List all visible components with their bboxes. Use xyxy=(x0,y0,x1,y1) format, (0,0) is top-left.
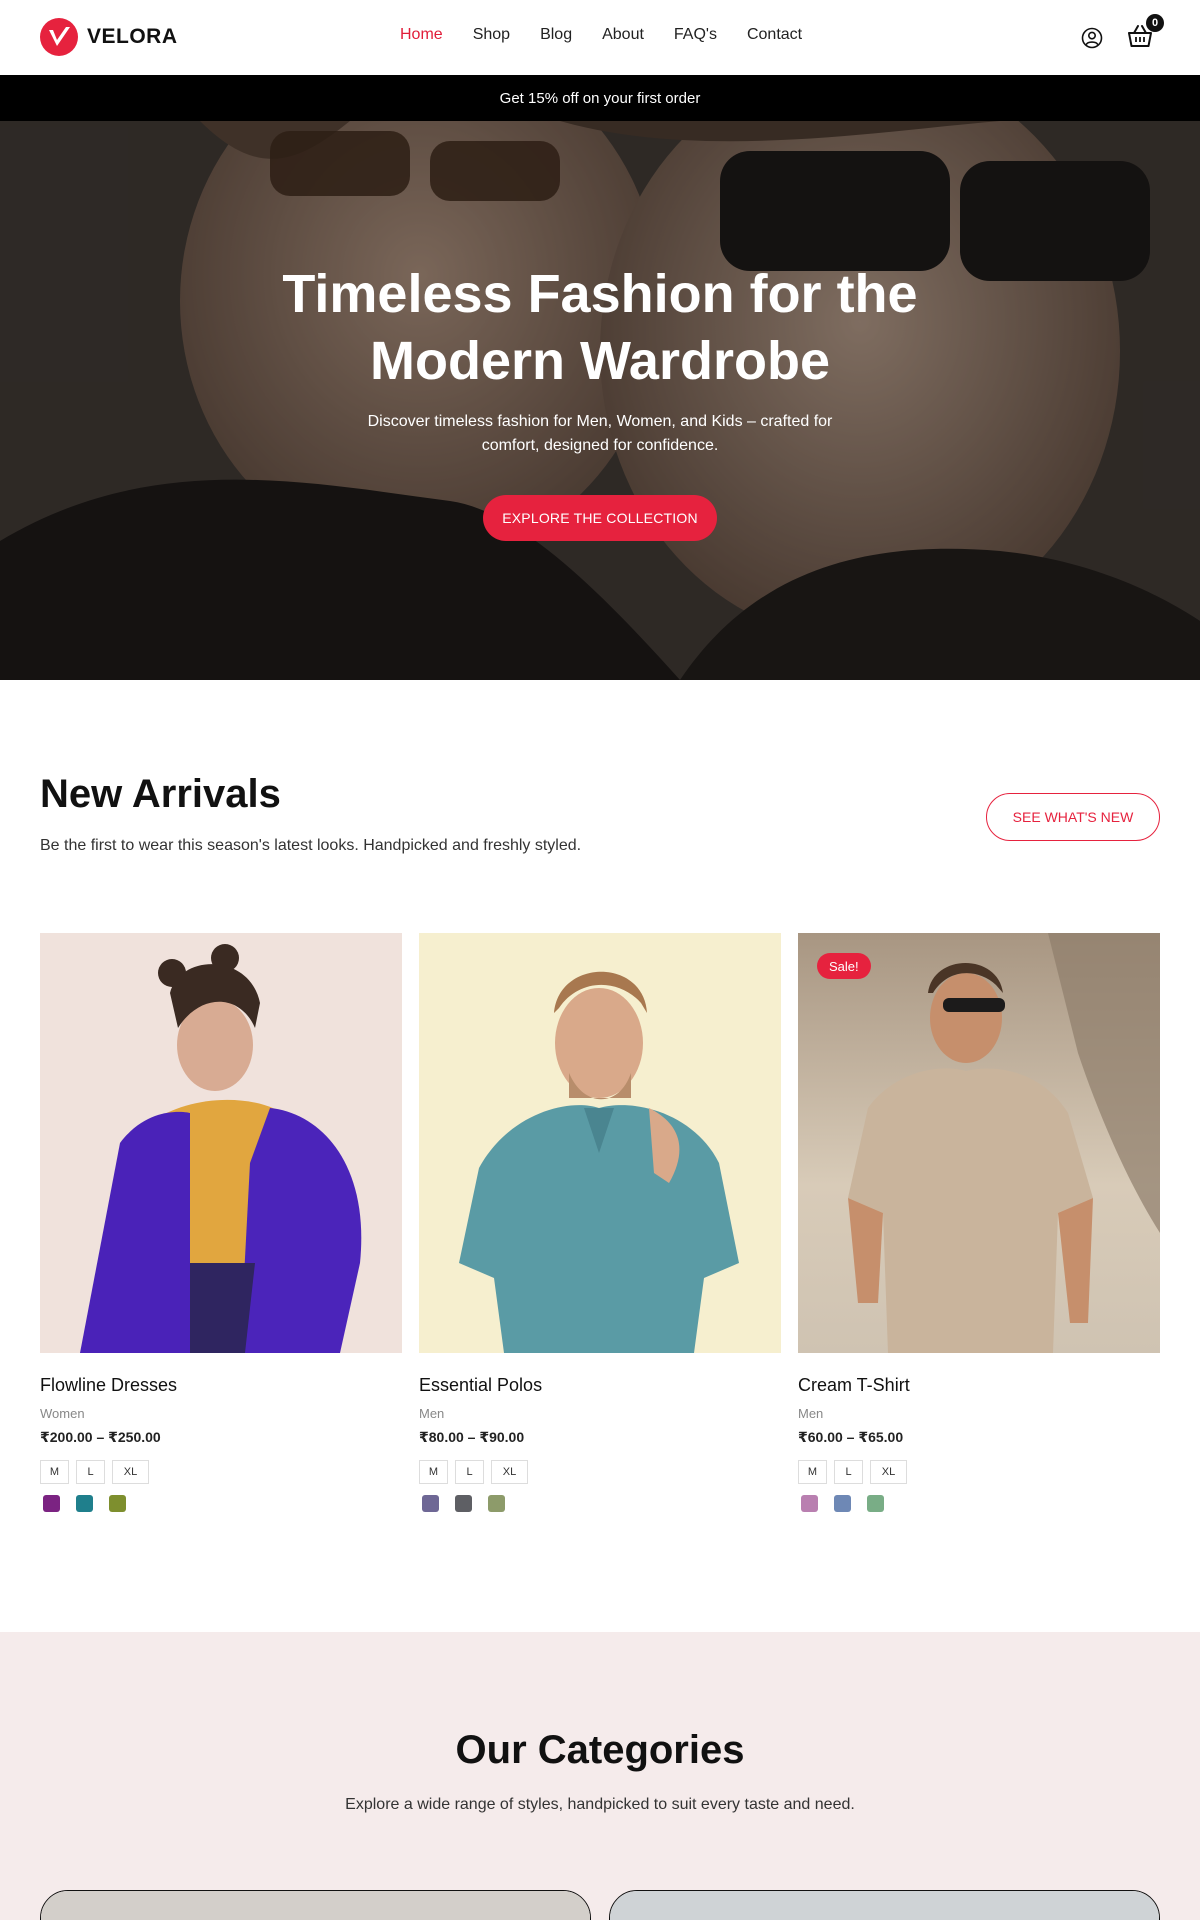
categories-title: Our Categories xyxy=(455,1728,745,1772)
size-option-l[interactable]: L xyxy=(76,1460,105,1484)
promo-text: Get 15% off on your first order xyxy=(499,89,701,107)
color-swatch[interactable] xyxy=(834,1495,851,1512)
product-price: ₹200.00 – ₹250.00 xyxy=(40,1429,161,1445)
size-option-xl[interactable]: XL xyxy=(870,1460,907,1484)
promo-bar: Get 15% off on your first order xyxy=(0,75,1200,121)
color-swatch[interactable] xyxy=(43,1495,60,1512)
new-arrivals-subtitle: Be the first to wear this season's lates… xyxy=(40,837,582,854)
sale-badge: Sale! xyxy=(817,953,871,979)
size-option-m[interactable]: M xyxy=(419,1460,448,1484)
main-nav: Home Shop Blog About FAQ's Contact xyxy=(400,26,832,44)
hero-banner: Timeless Fashion for the Modern Wardrobe… xyxy=(0,121,1200,680)
product-category[interactable]: Men xyxy=(419,1406,781,1421)
categories-subtitle: Explore a wide range of styles, handpick… xyxy=(345,1796,855,1813)
user-account-icon[interactable] xyxy=(1081,27,1103,49)
product-image[interactable] xyxy=(419,933,781,1353)
color-swatches xyxy=(798,1495,1160,1512)
logo[interactable]: VELORA xyxy=(40,18,178,56)
size-option-l[interactable]: L xyxy=(834,1460,863,1484)
category-image xyxy=(610,1891,1159,1920)
color-swatch[interactable] xyxy=(867,1495,884,1512)
product-category[interactable]: Men xyxy=(798,1406,1160,1421)
size-option-l[interactable]: L xyxy=(455,1460,484,1484)
cart-count-badge: 0 xyxy=(1146,14,1164,32)
product-name[interactable]: Cream T-Shirt xyxy=(798,1375,1160,1396)
see-whats-new-button[interactable]: SEE WHAT'S NEW xyxy=(986,793,1160,841)
hero-overlay xyxy=(0,121,1200,680)
color-swatches xyxy=(40,1495,402,1512)
nav-shop[interactable]: Shop xyxy=(473,26,510,44)
categories-section: Our Categories Explore a wide range of s… xyxy=(0,1632,1200,1920)
size-option-xl[interactable]: XL xyxy=(491,1460,528,1484)
product-card[interactable]: Flowline Dresses Women ₹200.00 – ₹250.00… xyxy=(40,933,402,1512)
size-options: M L XL xyxy=(798,1460,1160,1484)
size-option-m[interactable]: M xyxy=(798,1460,827,1484)
product-photo-woman-purple-jacket xyxy=(40,933,402,1353)
product-name[interactable]: Flowline Dresses xyxy=(40,1375,402,1396)
nav-home[interactable]: Home xyxy=(400,26,443,44)
nav-contact[interactable]: Contact xyxy=(747,26,802,44)
category-card[interactable] xyxy=(609,1890,1160,1920)
color-swatch[interactable] xyxy=(109,1495,126,1512)
color-swatches xyxy=(419,1495,781,1512)
nav-blog[interactable]: Blog xyxy=(540,26,572,44)
new-arrivals-title: New Arrivals xyxy=(40,772,281,816)
category-image xyxy=(41,1891,590,1920)
color-swatch[interactable] xyxy=(455,1495,472,1512)
category-card[interactable] xyxy=(40,1890,591,1920)
explore-collection-button[interactable]: EXPLORE THE COLLECTION xyxy=(483,495,717,541)
product-card[interactable]: Essential Polos Men ₹80.00 – ₹90.00 M L … xyxy=(419,933,781,1512)
size-option-xl[interactable]: XL xyxy=(112,1460,149,1484)
site-header: VELORA Home Shop Blog About FAQ's Contac… xyxy=(0,0,1200,75)
nav-about[interactable]: About xyxy=(602,26,644,44)
product-price: ₹80.00 – ₹90.00 xyxy=(419,1429,525,1445)
product-category[interactable]: Women xyxy=(40,1406,402,1421)
color-swatch[interactable] xyxy=(488,1495,505,1512)
product-price: ₹60.00 – ₹65.00 xyxy=(798,1429,904,1445)
product-name[interactable]: Essential Polos xyxy=(419,1375,781,1396)
hero-subtitle: Discover timeless fashion for Men, Women… xyxy=(367,413,833,454)
product-card[interactable]: Sale! Cream T-Shirt Men ₹60.00 – ₹65.00 … xyxy=(798,933,1160,1512)
product-photo-man-cream-tshirt xyxy=(798,933,1160,1353)
size-options: M L XL xyxy=(40,1460,402,1484)
product-image[interactable] xyxy=(40,933,402,1353)
color-swatch[interactable] xyxy=(801,1495,818,1512)
nav-faqs[interactable]: FAQ's xyxy=(674,26,717,44)
product-image[interactable]: Sale! xyxy=(798,933,1160,1353)
hero-title: Timeless Fashion for the Modern Wardrobe xyxy=(282,264,918,391)
size-option-m[interactable]: M xyxy=(40,1460,69,1484)
brand-name: VELORA xyxy=(87,25,178,48)
product-photo-man-teal-polo xyxy=(419,933,781,1353)
velora-logo-icon xyxy=(40,18,78,56)
size-options: M L XL xyxy=(419,1460,781,1484)
color-swatch[interactable] xyxy=(76,1495,93,1512)
color-swatch[interactable] xyxy=(422,1495,439,1512)
